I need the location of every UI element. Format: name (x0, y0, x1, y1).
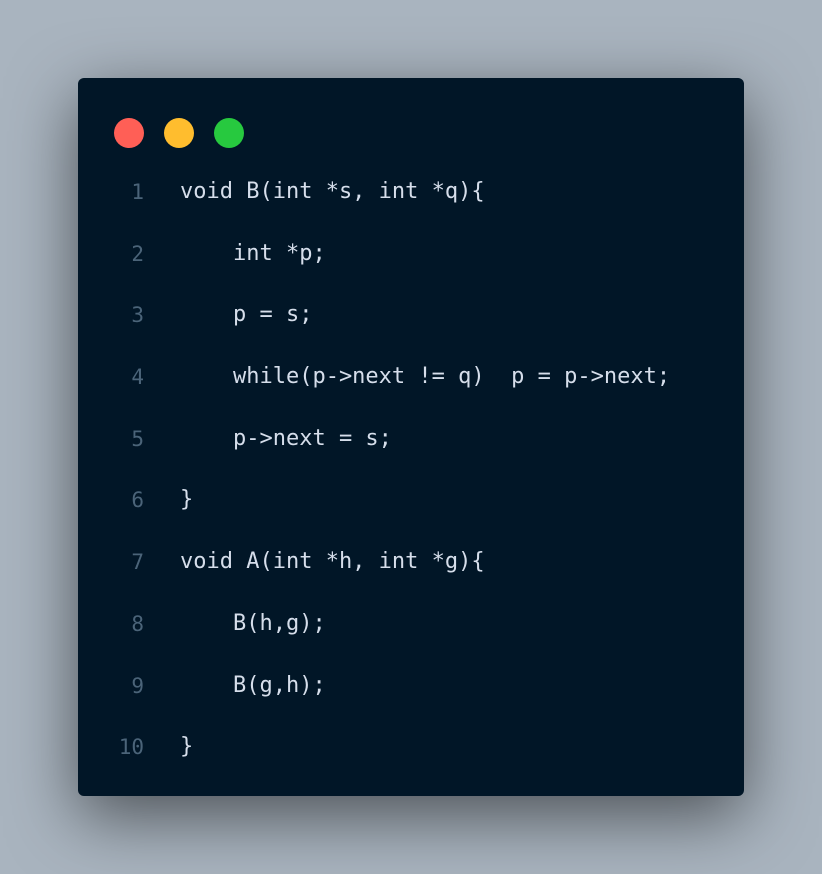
line-number: 4 (131, 365, 144, 390)
code-block: 1 void B(int *s, int *q){ 2 int *p; 3 p … (78, 162, 744, 779)
line-number: 9 (131, 673, 144, 698)
code-text: B(g,h); (180, 672, 326, 698)
code-line: 3 p = s; (78, 285, 744, 347)
line-number: 3 (131, 303, 144, 328)
close-dot-icon (114, 118, 144, 148)
code-line: 9 B(g,h); (78, 656, 744, 718)
code-line: 4 while(p->next != q) p = p->next; (78, 347, 744, 409)
code-window: 1 void B(int *s, int *q){ 2 int *p; 3 p … (78, 78, 744, 796)
minimize-dot-icon (164, 118, 194, 148)
line-number: 6 (131, 488, 144, 513)
code-line: 10 } (78, 717, 744, 779)
code-line: 6 } (78, 470, 744, 532)
code-text: int *p; (180, 240, 326, 266)
code-text: } (180, 487, 194, 513)
code-line: 5 p->next = s; (78, 409, 744, 471)
line-number: 1 (131, 180, 144, 204)
code-line: 7 void A(int *h, int *g){ (78, 532, 744, 594)
code-line: 8 B(h,g); (78, 594, 744, 656)
line-number: 7 (131, 550, 144, 575)
line-number: 8 (131, 611, 144, 636)
code-text: p->next = s; (180, 425, 392, 451)
code-line: 2 int *p; (78, 224, 744, 286)
code-text: B(h,g); (180, 610, 326, 636)
line-number: 10 (118, 735, 144, 760)
line-number: 5 (131, 426, 144, 451)
code-text: p = s; (180, 302, 313, 328)
code-text: while(p->next != q) p = p->next; (180, 364, 671, 390)
maximize-dot-icon (214, 118, 244, 148)
code-text: void B(int *s, int *q){ (180, 179, 485, 204)
code-line: 1 void B(int *s, int *q){ (78, 162, 744, 224)
code-text: void A(int *h, int *g){ (180, 549, 485, 575)
code-text: } (180, 734, 194, 760)
line-number: 2 (131, 241, 144, 266)
